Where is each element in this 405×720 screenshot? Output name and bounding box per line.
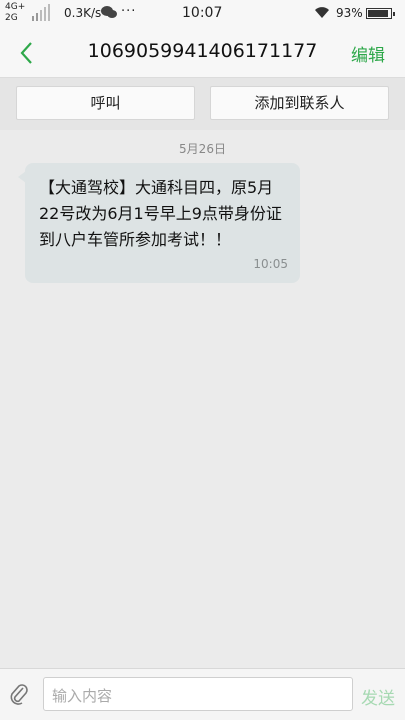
- network-speed: 0.3K/s: [64, 6, 102, 20]
- signal-icon: [32, 4, 50, 21]
- date-separator: 5月26日: [179, 142, 226, 156]
- conversation-header: 1069059941406171177 编辑: [0, 28, 405, 78]
- battery-fill: [368, 10, 388, 17]
- battery-percent: 93%: [336, 6, 363, 20]
- network-indicator: 4G+ 2G: [5, 2, 25, 24]
- paperclip-icon[interactable]: [8, 682, 30, 706]
- battery-icon: [366, 8, 395, 19]
- contact-actions: 呼叫 添加到联系人: [0, 78, 405, 130]
- more-notifications: ···: [121, 4, 137, 19]
- composer-bar: 输入内容 发送: [0, 668, 405, 720]
- status-bar: 4G+ 2G 0.3K/s ··· 10:07 93%: [0, 0, 405, 28]
- send-button[interactable]: 发送: [361, 684, 395, 709]
- add-to-contacts-button[interactable]: 添加到联系人: [210, 86, 389, 120]
- wifi-icon: [315, 7, 329, 18]
- clock: 10:07: [182, 5, 223, 21]
- wechat-icon: [101, 6, 117, 18]
- bubble-tail: [18, 171, 26, 183]
- call-button[interactable]: 呼叫: [16, 86, 195, 120]
- network-4g: 4G+: [5, 2, 26, 12]
- message-time: 10:05: [253, 257, 288, 271]
- message-bubble[interactable]: 【大通驾校】大通科目四，原5月22号改为6月1号早上9点带身份证到八户车管所参加…: [18, 163, 300, 283]
- edit-button[interactable]: 编辑: [351, 41, 385, 66]
- message-text: 【大通驾校】大通科目四，原5月22号改为6月1号早上9点带身份证到八户车管所参加…: [39, 178, 282, 249]
- message-input[interactable]: 输入内容: [43, 677, 353, 711]
- network-2g: 2G: [5, 13, 18, 23]
- page-title: 1069059941406171177: [87, 40, 318, 62]
